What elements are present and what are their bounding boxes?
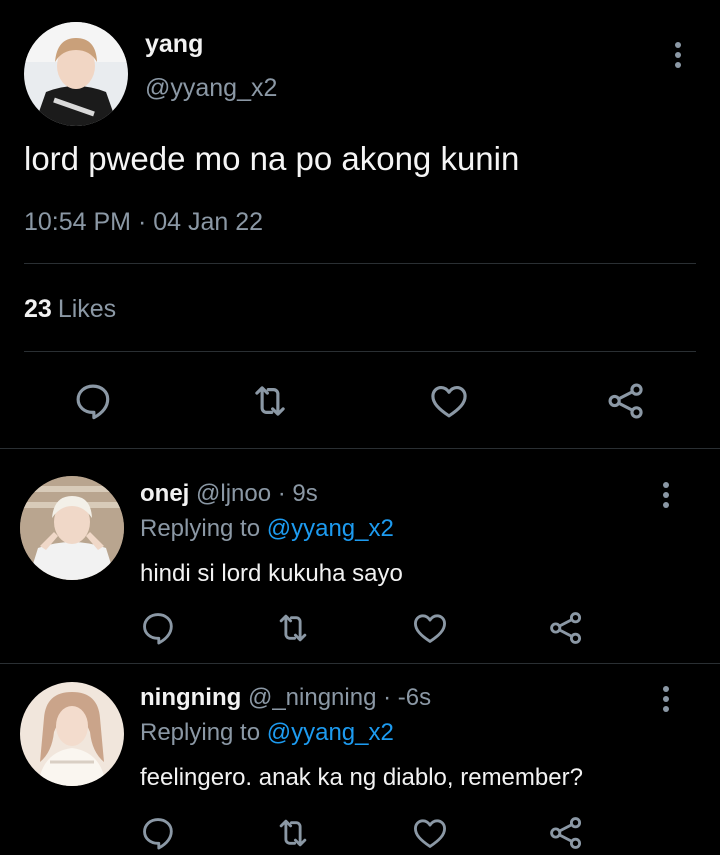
author-name[interactable]: ningning: [140, 684, 241, 711]
author-handle[interactable]: @_ningning: [248, 684, 376, 711]
share-icon[interactable]: [547, 609, 585, 647]
tweet-text: lord pwede mo na po akong kunin: [24, 140, 520, 177]
tweet-timestamp: 10:54 PM · 04 Jan 22: [24, 208, 264, 236]
avatar[interactable]: [24, 22, 128, 126]
replying-label: Replying to: [140, 515, 261, 542]
author-name[interactable]: onej: [140, 480, 189, 507]
divider: [24, 263, 696, 264]
author-handle[interactable]: @ljnoo: [196, 480, 271, 507]
mention-link[interactable]: @yyang_x2: [267, 719, 394, 746]
retweet-icon[interactable]: [274, 814, 312, 852]
likes-label: Likes: [57, 295, 117, 323]
retweet-icon[interactable]: [274, 609, 312, 647]
avatar[interactable]: [20, 476, 124, 580]
divider: [24, 351, 696, 352]
likes-count: 23: [24, 295, 52, 323]
author-handle[interactable]: @yyang_x2: [145, 74, 277, 103]
likes-summary[interactable]: 23 Likes: [24, 295, 116, 324]
share-icon[interactable]: [547, 814, 585, 852]
reply-tweet[interactable]: onej @ljnoo · 9s Replying to @yyang_x2 h…: [0, 449, 720, 663]
reply-text: hindi si lord kukuha sayo: [140, 560, 403, 587]
retweet-icon[interactable]: [249, 380, 291, 422]
reply-header: onej @ljnoo · 9s: [140, 480, 318, 508]
replying-to: Replying to @yyang_x2: [140, 719, 394, 747]
reply-icon[interactable]: [72, 380, 114, 422]
reply-text: feelingero. anak ka ng diablo, remember?: [140, 764, 583, 791]
more-options-icon[interactable]: [660, 686, 672, 712]
share-icon[interactable]: [605, 380, 647, 422]
reply-time: · 9s: [277, 480, 318, 507]
more-options-icon[interactable]: [660, 482, 672, 508]
main-tweet: yang @yyang_x2 lord pwede mo na po akong…: [0, 0, 720, 448]
reply-time: · -6s: [383, 684, 432, 711]
mention-link[interactable]: @yyang_x2: [267, 515, 394, 542]
more-options-icon[interactable]: [672, 42, 684, 68]
replying-label: Replying to: [140, 719, 261, 746]
reply-icon[interactable]: [139, 609, 177, 647]
replying-to: Replying to @yyang_x2: [140, 515, 394, 543]
like-icon[interactable]: [428, 380, 470, 422]
reply-header: ningning @_ningning · -6s: [140, 684, 431, 712]
author-name[interactable]: yang: [145, 30, 203, 59]
like-icon[interactable]: [411, 609, 449, 647]
avatar[interactable]: [20, 682, 124, 786]
reply-icon[interactable]: [139, 814, 177, 852]
reply-tweet[interactable]: ningning @_ningning · -6s Replying to @y…: [0, 664, 720, 855]
like-icon[interactable]: [411, 814, 449, 852]
